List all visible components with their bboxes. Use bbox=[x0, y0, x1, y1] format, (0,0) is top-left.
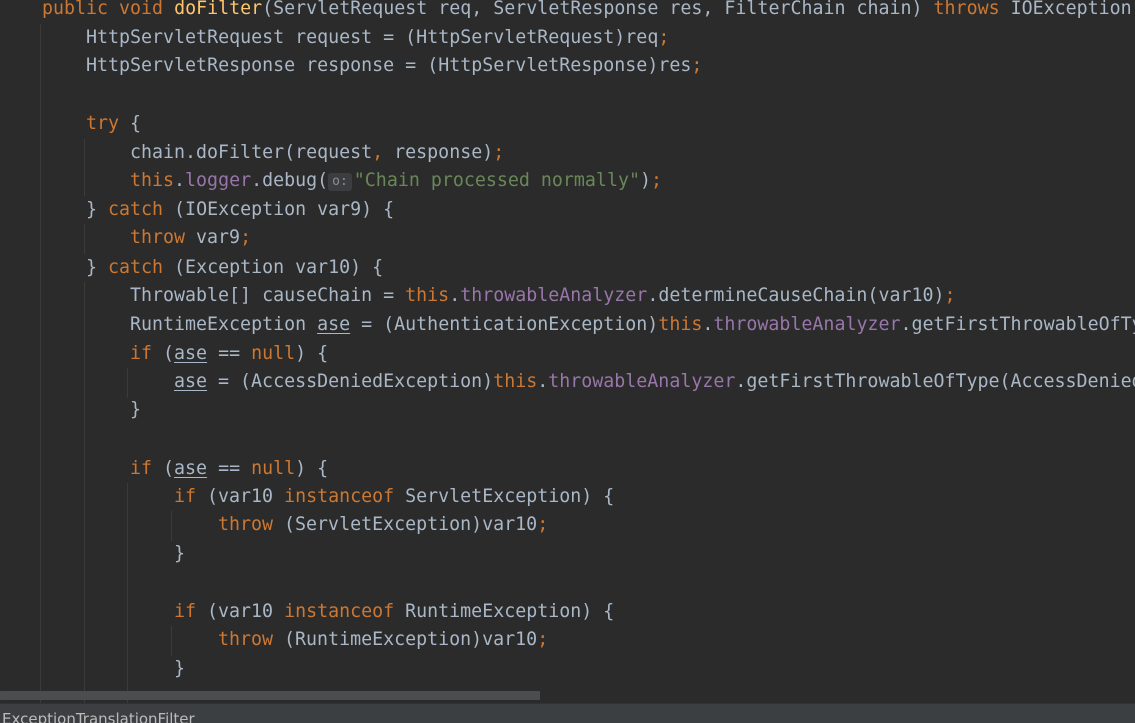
code-line[interactable]: try { bbox=[86, 110, 141, 139]
semicolon: ; bbox=[240, 227, 252, 248]
variable-name: ase bbox=[317, 314, 351, 335]
code-line[interactable]: throw (ServletException)var10; bbox=[218, 511, 548, 540]
exception-type: IOException bbox=[999, 0, 1132, 19]
field-name: logger bbox=[185, 170, 252, 191]
keyword: null bbox=[251, 458, 296, 479]
semicolon: ; bbox=[944, 285, 956, 306]
code-line[interactable]: Throwable[] causeChain = this.throwableA… bbox=[130, 282, 956, 311]
code-text: response) bbox=[383, 142, 494, 163]
code-line[interactable]: public void doFilter(ServletRequest req,… bbox=[42, 0, 1132, 24]
code-editor[interactable]: public void doFilter(ServletRequest req,… bbox=[0, 0, 1135, 703]
code-line[interactable]: chain.doFilter(request, response); bbox=[130, 139, 504, 168]
keyword: throw bbox=[218, 514, 274, 535]
string-literal: "Chain processed normally" bbox=[353, 170, 640, 191]
code-text: ServletException) { bbox=[394, 486, 615, 507]
keyword: catch bbox=[108, 257, 164, 278]
indent-guide bbox=[171, 626, 172, 656]
semicolon: ; bbox=[650, 170, 662, 191]
keyword: instanceof bbox=[284, 486, 395, 507]
keyword: public void bbox=[42, 0, 164, 19]
semicolon: ; bbox=[658, 27, 670, 48]
code-text: Throwable[] causeChain = bbox=[130, 285, 406, 306]
semicolon: ; bbox=[537, 514, 549, 535]
field-name: throwableAnalyzer bbox=[548, 371, 736, 392]
indent-guide bbox=[171, 511, 172, 541]
indent-guide bbox=[84, 282, 85, 703]
code-text: .debug( bbox=[251, 170, 329, 191]
code-line[interactable]: if (var10 instanceof ServletException) { bbox=[174, 483, 614, 512]
keyword: if bbox=[130, 343, 153, 364]
variable-name: ase bbox=[174, 458, 208, 479]
code-line[interactable]: } bbox=[130, 396, 141, 425]
keyword: throw bbox=[218, 629, 274, 650]
keyword: try bbox=[86, 113, 120, 134]
indent-guide bbox=[127, 368, 128, 398]
code-line[interactable]: } catch (Exception var10) { bbox=[86, 254, 383, 283]
code-text: chain.doFilter(request bbox=[130, 142, 373, 163]
keyword: null bbox=[251, 343, 296, 364]
code-text: (ServletException)var10 bbox=[273, 514, 538, 535]
code-line[interactable]: } bbox=[174, 655, 185, 684]
keyword: if bbox=[174, 486, 197, 507]
method-params: (ServletRequest req, ServletResponse res… bbox=[262, 0, 934, 19]
code-line[interactable]: if (ase == null) { bbox=[130, 455, 328, 484]
code-text: .getFirstThrowableOfType(AccessDenied bbox=[735, 371, 1135, 392]
indent-guide bbox=[84, 139, 85, 196]
code-text: HttpServletRequest request = (HttpServle… bbox=[86, 27, 659, 48]
code-text: (IOException var9) { bbox=[163, 199, 395, 220]
code-text: RuntimeException bbox=[130, 314, 318, 335]
keyword: instanceof bbox=[284, 601, 395, 622]
code-line[interactable]: HttpServletResponse response = (HttpServ… bbox=[86, 52, 702, 81]
keyword: throw bbox=[130, 227, 186, 248]
indent-guide bbox=[84, 224, 85, 254]
code-line[interactable]: if (ase == null) { bbox=[130, 340, 328, 369]
code-text: (RuntimeException)var10 bbox=[273, 629, 538, 650]
code-line[interactable]: RuntimeException ase = (AuthenticationEx… bbox=[130, 311, 1135, 340]
indent-guide bbox=[127, 483, 128, 703]
code-line[interactable]: } catch (IOException var9) { bbox=[86, 196, 394, 225]
comma: , bbox=[372, 142, 384, 163]
variable-name: ase bbox=[174, 371, 208, 392]
breadcrumb-item-class[interactable]: ExceptionTranslationFilter bbox=[2, 708, 195, 723]
code-line[interactable]: ase = (AccessDeniedException)this.throwa… bbox=[174, 368, 1135, 397]
keyword: this bbox=[130, 170, 175, 191]
code-text: var9 bbox=[185, 227, 241, 248]
variable-name: ase bbox=[174, 343, 208, 364]
method-name: doFilter bbox=[174, 0, 263, 19]
code-line[interactable]: if (var10 instanceof RuntimeException) { bbox=[174, 598, 614, 627]
field-name: throwableAnalyzer bbox=[460, 285, 648, 306]
keyword: catch bbox=[108, 199, 164, 220]
code-line[interactable]: } bbox=[174, 540, 185, 569]
code-text: = (AccessDeniedException) bbox=[207, 371, 494, 392]
code-text: .determineCauseChain(var10) bbox=[647, 285, 945, 306]
semicolon: ; bbox=[493, 142, 505, 163]
keyword: if bbox=[130, 458, 153, 479]
parameter-hint: o: bbox=[328, 173, 352, 191]
semicolon: ; bbox=[537, 629, 549, 650]
code-line[interactable]: throw (RuntimeException)var10; bbox=[218, 626, 548, 655]
code-line[interactable]: HttpServletRequest request = (HttpServle… bbox=[86, 24, 669, 53]
code-line[interactable]: throw var9; bbox=[130, 224, 251, 253]
code-text: .getFirstThrowableOfTy bbox=[900, 314, 1135, 335]
keyword: if bbox=[174, 601, 197, 622]
keyword: this bbox=[405, 285, 450, 306]
code-text: (Exception var10) { bbox=[163, 257, 384, 278]
code-text: = (AuthenticationException) bbox=[350, 314, 659, 335]
breadcrumb: ExceptionTranslationFilter bbox=[0, 703, 1135, 723]
indent-guide bbox=[40, 24, 41, 703]
keyword: this bbox=[658, 314, 703, 335]
code-text: RuntimeException) { bbox=[394, 601, 615, 622]
code-text: HttpServletResponse response = (HttpServ… bbox=[86, 55, 692, 76]
keyword: throws bbox=[933, 0, 1000, 19]
field-name: throwableAnalyzer bbox=[713, 314, 901, 335]
semicolon: ; bbox=[691, 55, 703, 76]
horizontal-scrollbar-thumb[interactable] bbox=[0, 691, 540, 700]
keyword: this bbox=[493, 371, 538, 392]
code-line[interactable]: this.logger.debug(o: "Chain processed nor… bbox=[130, 167, 662, 196]
